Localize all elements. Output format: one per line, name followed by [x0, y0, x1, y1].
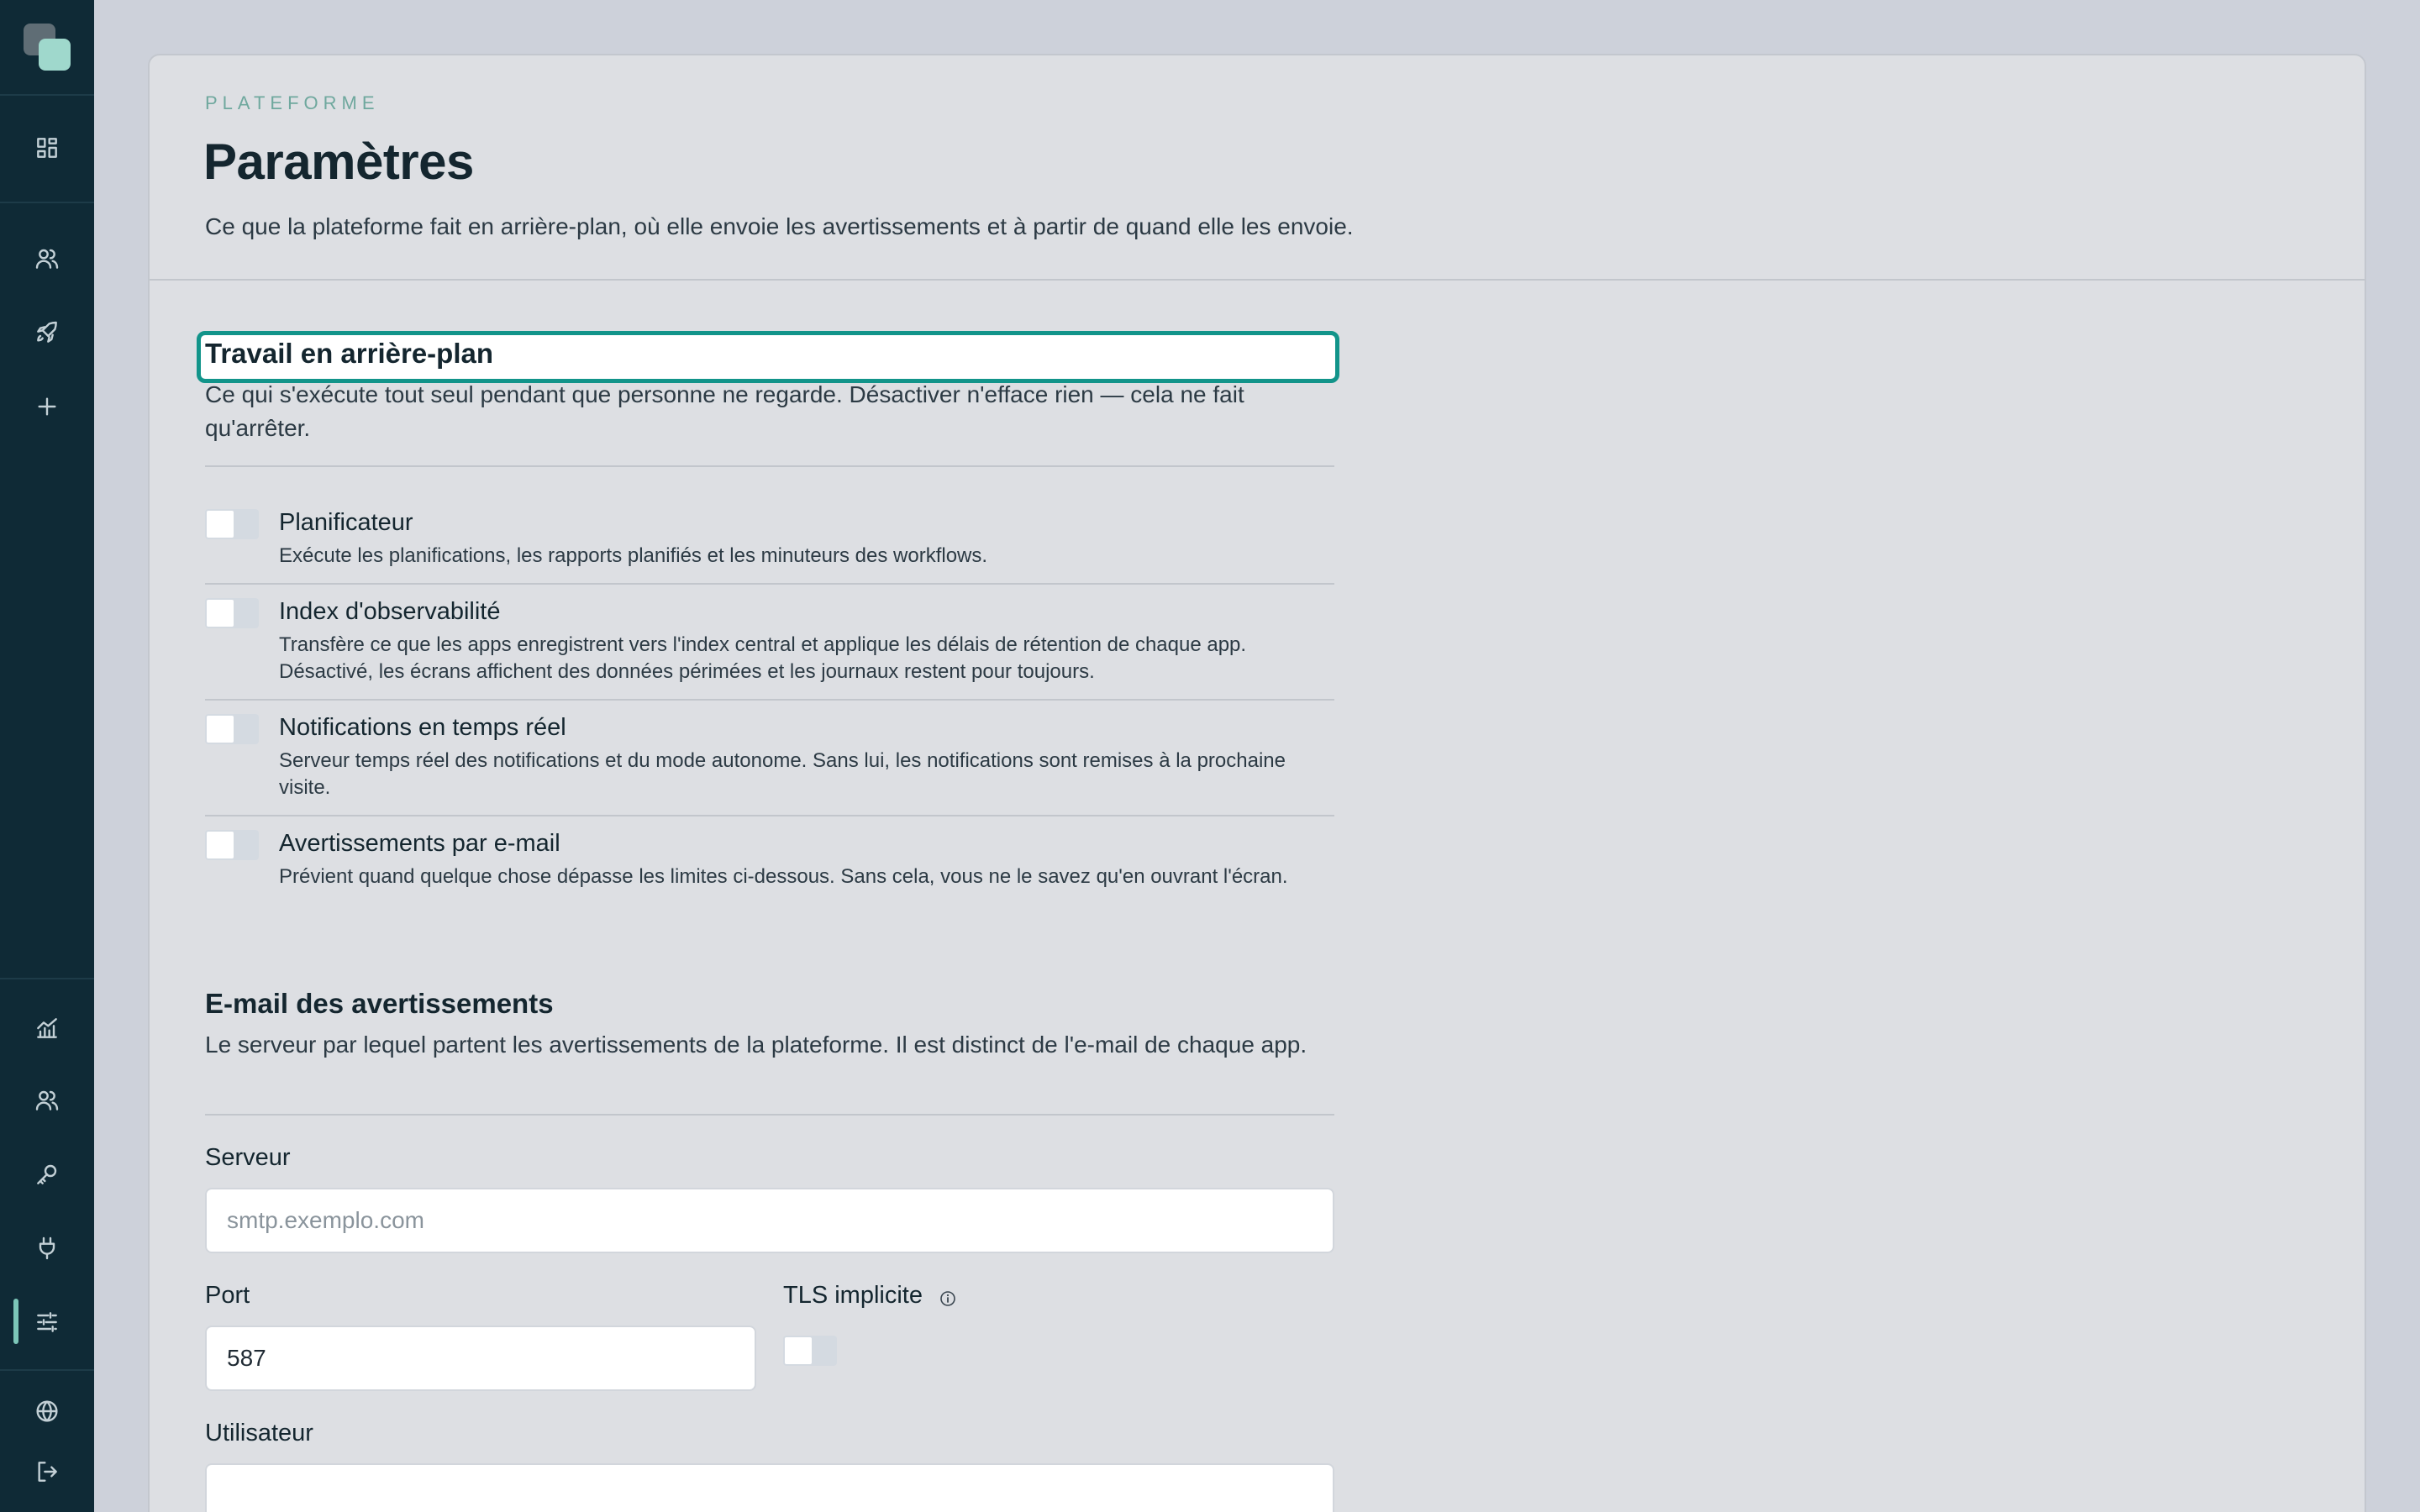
toggle-description: Exécute les planifications, les rapports…	[279, 544, 988, 567]
toggle-knob	[207, 832, 234, 858]
toggle-description: Transfère ce que les apps enregistrent v…	[279, 633, 1247, 683]
server-label: Serveur	[205, 1144, 291, 1171]
user-label: Utilisateur	[205, 1420, 313, 1446]
dashboard-icon	[37, 138, 57, 158]
realtime-toggle[interactable]	[205, 714, 259, 744]
toggle-description: Serveur temps réel des notifications et …	[279, 749, 1286, 799]
analytics-icon	[37, 1018, 57, 1038]
settings-card: PLATEFORME Paramètres Ce que la platefor…	[148, 54, 2366, 1512]
background-work-title: Travail en arrière-plan	[205, 338, 494, 369]
header-divider	[150, 279, 2365, 281]
toggle-knob	[207, 600, 234, 627]
server-input[interactable]	[205, 1188, 1334, 1253]
sidebar-item-settings[interactable]	[30, 1305, 64, 1339]
toggle-knob	[785, 1337, 812, 1364]
toggle-knob	[207, 716, 234, 743]
page-title: Paramètres	[203, 134, 474, 190]
row-divider	[205, 699, 1334, 701]
sidebar-item-add[interactable]	[30, 390, 64, 423]
toggle-description: Prévient quand quelque chose dépasse les…	[279, 865, 1288, 888]
info-icon[interactable]	[939, 1290, 956, 1307]
toggle-knob	[207, 511, 234, 538]
sidebar-item-users[interactable]	[30, 242, 64, 276]
sidebar-item-dashboard[interactable]	[30, 131, 64, 165]
background-work-description: Ce qui s'exécute tout seul pendant que p…	[205, 381, 1244, 441]
toggle-label: Avertissements par e-mail	[279, 830, 560, 857]
key-icon	[37, 1164, 57, 1184]
sidebar-divider	[0, 1369, 94, 1371]
port-input[interactable]	[205, 1326, 756, 1391]
port-label: Port	[205, 1282, 250, 1309]
user-input[interactable]	[205, 1463, 1334, 1512]
page-eyebrow: PLATEFORME	[205, 92, 380, 113]
sidebar-divider	[0, 94, 94, 96]
globe-icon	[36, 1400, 58, 1422]
users-icon	[35, 249, 59, 269]
page-subtitle: Ce que la plateforme fait en arrière-pla…	[205, 213, 1354, 239]
alert-email-description: Le serveur par lequel partent les averti…	[205, 1032, 1307, 1058]
email-alerts-toggle[interactable]	[205, 830, 259, 860]
sidebar-divider	[0, 202, 94, 203]
section-divider	[205, 465, 1334, 467]
plug-icon	[39, 1236, 55, 1260]
section-divider	[205, 1114, 1334, 1116]
sidebar-item-deploy[interactable]	[30, 316, 64, 349]
rocket-icon	[37, 321, 57, 343]
tls-toggle[interactable]	[783, 1336, 837, 1366]
sidebar-item-analytics[interactable]	[30, 1011, 64, 1045]
alert-email-title: E-mail des avertissements	[205, 988, 554, 1019]
sidebar-active-indicator	[13, 1299, 18, 1344]
toggle-label: Notifications en temps réel	[279, 714, 566, 741]
sidebar-item-logout[interactable]	[30, 1455, 64, 1488]
sidebar-item-language[interactable]	[30, 1394, 64, 1428]
logo-shape-front	[39, 39, 71, 71]
tls-label: TLS implicite	[783, 1282, 923, 1309]
sidebar	[0, 0, 94, 1512]
app-logo[interactable]	[24, 24, 71, 71]
sliders-icon	[37, 1312, 57, 1332]
sidebar-item-keys[interactable]	[30, 1158, 64, 1191]
sidebar-item-team[interactable]	[30, 1084, 64, 1117]
sidebar-divider	[0, 978, 94, 979]
toggle-label: Index d'observabilité	[279, 598, 501, 625]
sidebar-item-integrations[interactable]	[30, 1231, 64, 1265]
observability-toggle[interactable]	[205, 598, 259, 628]
row-divider	[205, 583, 1334, 585]
team-icon	[35, 1090, 59, 1110]
logout-icon	[38, 1462, 57, 1482]
background-work-section: Travail en arrière-plan Ce qui s'exécute…	[197, 331, 1339, 445]
scheduler-toggle[interactable]	[205, 509, 259, 539]
alert-email-section: E-mail des avertissements Le serveur par…	[205, 988, 1334, 1062]
toggle-label: Planificateur	[279, 509, 413, 536]
plus-icon	[38, 397, 56, 416]
page-header: PLATEFORME Paramètres Ce que la platefor…	[150, 55, 2365, 282]
row-divider	[205, 815, 1334, 816]
